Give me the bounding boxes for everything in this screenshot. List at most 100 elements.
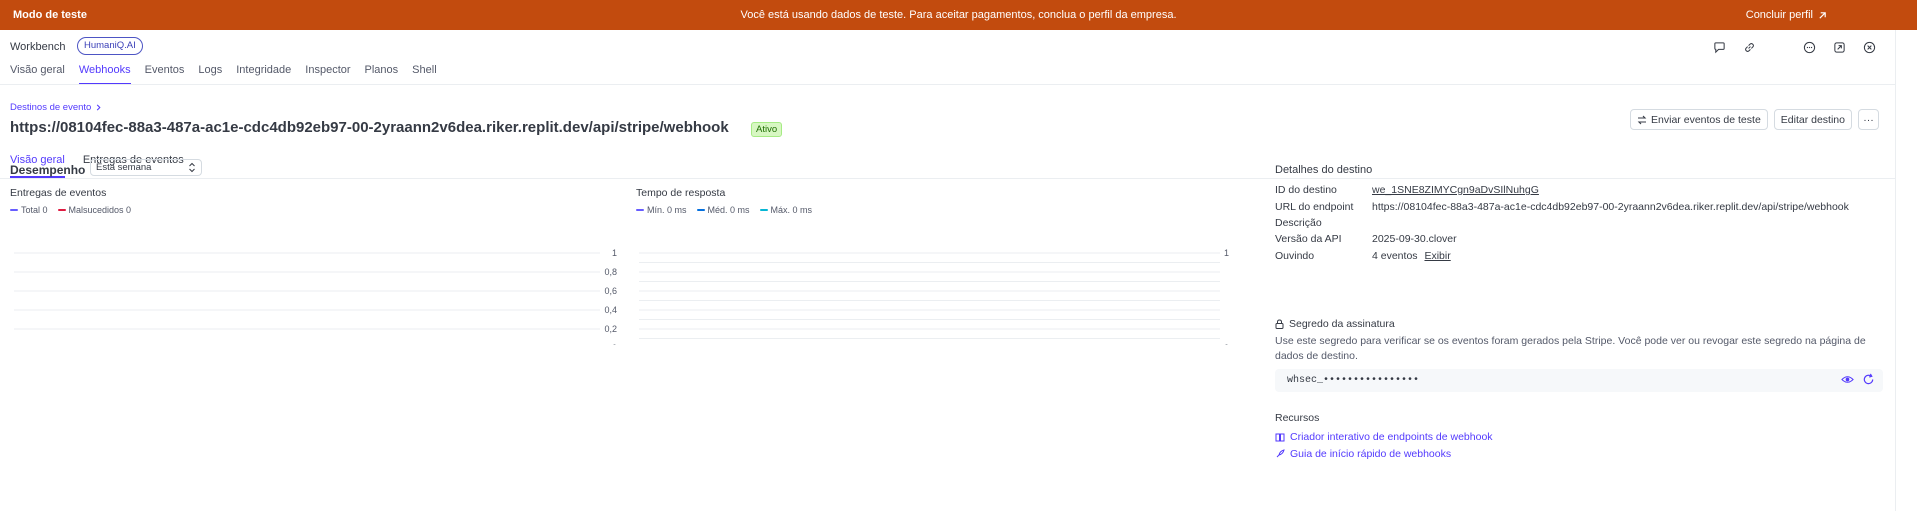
y-tick-label: 0 [612, 343, 617, 345]
resources-title: Recursos [1275, 412, 1320, 424]
status-badge: Ativo [751, 122, 783, 137]
workbench-toolbar [1711, 39, 1877, 55]
detail-value-id[interactable]: we_1SNE8ZIMYCgn9aDvSIlNuhgG [1372, 184, 1539, 196]
time-range-select[interactable]: Esta semana [90, 159, 202, 176]
subtabs-divider [0, 178, 1895, 179]
webhook-quickstart-link[interactable]: Guia de início rápido de webhooks [1275, 448, 1451, 460]
tabs-divider [0, 84, 1895, 85]
legend-label-total: Total 0 [21, 205, 48, 215]
tab-shell[interactable]: Shell [412, 64, 436, 85]
webhook-builder-link[interactable]: Criador interativo de endpoints de webho… [1275, 431, 1493, 443]
test-mode-message: Você está usando dados de teste. Para ac… [740, 9, 1177, 21]
legend-swatch-max [759, 209, 768, 211]
legend-item-min: Mín. 0 ms [636, 205, 687, 215]
y-tick-label: 1 [612, 248, 617, 258]
performance-title: Desempenho [10, 163, 86, 177]
workbench-title: Workbench [10, 41, 66, 53]
edit-destination-label: Editar destino [1780, 113, 1845, 126]
test-mode-banner: Modo de teste Você está usando dados de … [0, 0, 1917, 30]
listening-count: 4 eventos [1372, 250, 1418, 262]
chat-icon[interactable] [1711, 39, 1727, 55]
complete-profile-link[interactable]: Concluir perfil [1746, 9, 1827, 21]
workbench-panel: Workbench HumaniQ.AI Visão geral Webhook… [0, 30, 1895, 511]
link-icon[interactable] [1741, 39, 1757, 55]
sheet-edge [1895, 30, 1917, 511]
complete-profile-label: Concluir perfil [1745, 9, 1813, 21]
y-tick-label: 0,2 [604, 324, 617, 334]
tab-logs[interactable]: Logs [198, 64, 222, 85]
detail-label-api-version: Versão da API [1275, 233, 1342, 245]
y-tick-label: 0,8 [604, 267, 617, 277]
deliveries-chart-title: Entregas de eventos [10, 187, 107, 199]
tab-events[interactable]: Eventos [145, 64, 185, 85]
minimize-icon[interactable] [1831, 39, 1847, 55]
time-range-value: Esta semana [96, 162, 152, 173]
tab-overview[interactable]: Visão geral [10, 64, 65, 85]
book-icon [1275, 433, 1285, 442]
details-title: Detalhes do destino [1275, 164, 1373, 176]
eye-icon[interactable] [1841, 373, 1854, 386]
edit-destination-button[interactable]: Editar destino [1773, 109, 1852, 130]
tab-inspector[interactable]: Inspector [305, 64, 350, 85]
legend-item-avg: Méd. 0 ms [696, 205, 750, 215]
workbench-tabs: Visão geral Webhooks Eventos Logs Integr… [10, 64, 437, 85]
detail-label-listening: Ouvindo [1275, 250, 1315, 262]
legend-label-min: Mín. 0 ms [647, 205, 687, 215]
detail-value-url: https://08104fec-88a3-487a-ac1e-cdc4db92… [1372, 201, 1849, 213]
more-actions-button[interactable]: ··· [1858, 109, 1879, 130]
more-actions-label: ··· [1863, 113, 1874, 126]
legend-item-failed: Malsucedidos 0 [57, 205, 132, 215]
legend-swatch-total [10, 209, 18, 211]
deliveries-legend: Total 0 Malsucedidos 0 [10, 205, 131, 215]
detail-label-description: Descrição [1275, 217, 1322, 229]
legend-label-avg: Méd. 0 ms [707, 205, 750, 215]
legend-swatch-failed [57, 209, 66, 211]
view-events-link[interactable]: Exibir [1424, 250, 1450, 262]
arrow-up-right-icon [1819, 11, 1826, 19]
tab-plans[interactable]: Planos [365, 64, 399, 85]
chevron-right-icon [97, 104, 101, 111]
response-legend: Mín. 0 ms Méd. 0 ms Máx. 0 ms [636, 205, 812, 215]
response-chart-title: Tempo de resposta [636, 187, 726, 199]
lock-icon [1275, 319, 1284, 329]
close-icon[interactable] [1861, 39, 1877, 55]
rocket-icon [1276, 449, 1285, 458]
signing-secret-label: Segredo da assinatura [1289, 318, 1395, 330]
y-tick-label: 0,6 [604, 286, 617, 296]
account-badge[interactable]: HumaniQ.AI [77, 37, 143, 55]
y-tick-label: 0,4 [604, 305, 617, 315]
signing-secret-description: Use este segredo para verificar se os ev… [1275, 335, 1866, 362]
legend-item-total: Total 0 [10, 205, 48, 215]
legend-swatch-avg [696, 209, 705, 211]
tab-webhooks[interactable]: Webhooks [78, 64, 131, 85]
detail-label-id: ID do destino [1275, 184, 1337, 196]
send-test-events-button[interactable]: Enviar eventos de teste [1630, 109, 1768, 130]
breadcrumb-label: Destinos de evento [10, 102, 92, 113]
signing-secret-actions [1841, 373, 1875, 386]
refresh-icon[interactable] [1862, 373, 1875, 386]
legend-item-max: Máx. 0 ms [759, 205, 813, 215]
signing-secret-field: whsec_•••••••••••••••• [1275, 369, 1883, 392]
more-icon[interactable] [1801, 39, 1817, 55]
detail-label-url: URL do endpoint [1275, 201, 1354, 213]
response-time-chart: 1001 [639, 248, 1229, 345]
legend-label-failed: Malsucedidos 0 [68, 205, 132, 215]
legend-label-max: Máx. 0 ms [770, 205, 813, 215]
page-title: https://08104fec-88a3-487a-ac1e-cdc4db92… [10, 119, 729, 136]
send-test-events-label: Enviar eventos de teste [1651, 113, 1761, 126]
detail-value-api-version: 2025-09-30.clover [1372, 233, 1457, 245]
breadcrumb[interactable]: Destinos de evento [10, 102, 102, 113]
y-tick-label: 0 [1224, 343, 1229, 345]
webhook-quickstart-label: Guia de início rápido de webhooks [1290, 448, 1452, 460]
tab-health[interactable]: Integridade [236, 64, 291, 85]
y-tick-label: 1 [1224, 248, 1229, 258]
webhook-builder-label: Criador interativo de endpoints de webho… [1290, 431, 1493, 443]
swap-icon [1637, 115, 1647, 124]
signing-secret-title: Segredo da assinatura [1275, 318, 1395, 330]
deliveries-chart: 00,20,40,60,8122/1023/1024/1025/1026/102… [14, 248, 617, 345]
destination-actions: Enviar eventos de teste Editar destino ·… [1630, 109, 1879, 130]
legend-swatch-min [636, 209, 644, 211]
signing-secret-value: whsec_•••••••••••••••• [1287, 375, 1420, 386]
detail-value-listening: 4 eventos Exibir [1372, 250, 1451, 262]
chevron-updown-icon [189, 162, 195, 173]
